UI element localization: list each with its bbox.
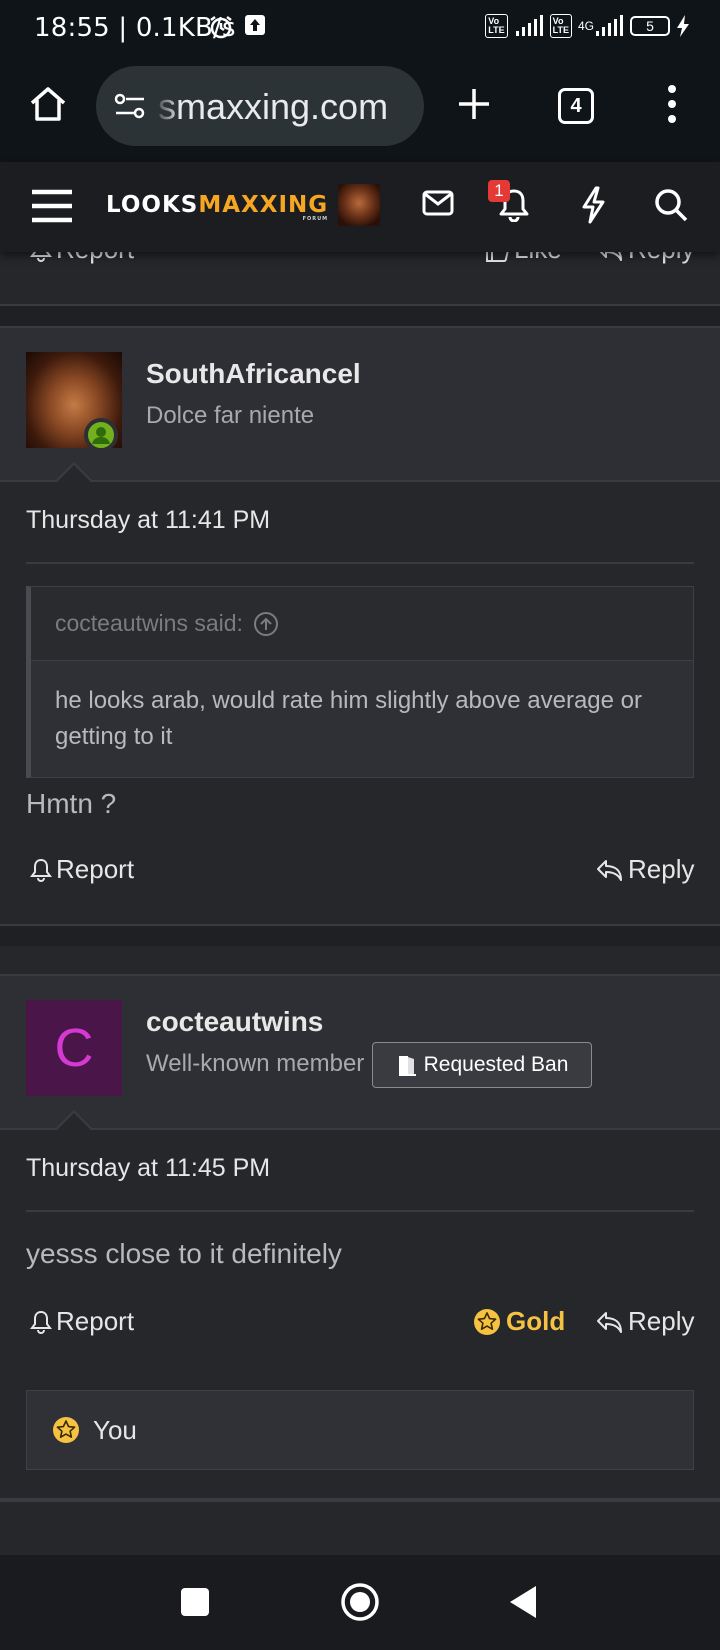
thread-content: Report Like Reply SouthAfricancel Dolce … [0,240,720,1555]
home-button-icon[interactable] [340,1582,380,1622]
url-fade [154,66,180,146]
reply-button[interactable]: Reply [596,1306,694,1337]
report-label: Report [56,1306,135,1336]
user-title: Well-known member [146,1050,365,1077]
arrow-up-circle-icon[interactable] [253,611,279,637]
hamburger-menu-icon[interactable] [32,188,72,224]
site-settings-icon[interactable] [114,92,146,120]
volte-icon-2: Vo LTE [549,14,572,38]
back-icon[interactable] [508,1585,538,1619]
site-header: LOOKSMAXXING FORUM 1 [0,162,720,252]
reply-label: Reply [628,854,695,884]
charging-icon [677,15,689,37]
status-time: 18:55 | 0.1KB/s [34,13,236,43]
android-nav-bar [0,1555,720,1650]
post-arrow-inner [56,1113,92,1131]
post-separator [0,306,720,326]
more-menu-icon[interactable] [662,84,682,124]
browser-toolbar: smaxxing.com 4 [0,54,720,162]
signal-icon [515,15,543,36]
url-bar[interactable]: smaxxing.com [96,66,424,146]
post-user-block: SouthAfricancel Dolce far niente [0,328,720,482]
network-type: 4G [577,19,594,33]
reply-label: Reply [628,1306,695,1336]
user-avatar[interactable] [338,184,380,226]
post-cocteautwins: C cocteautwins Well-known member Request… [0,974,720,1500]
reply-button[interactable]: Reply [596,854,694,885]
tab-switcher-button[interactable]: 4 [558,88,594,124]
search-icon[interactable] [654,188,688,222]
home-icon[interactable] [28,84,68,124]
post-divider [26,1210,694,1212]
username[interactable]: SouthAfricancel [146,358,361,390]
notification-badge: 1 [488,180,510,202]
report-label: Report [56,854,135,884]
door-exit-icon [398,1056,416,1076]
report-button[interactable]: Report [30,854,134,885]
new-tab-icon[interactable] [456,86,492,122]
post-body: yesss close to it definitely [26,1238,342,1269]
recent-apps-icon[interactable] [180,1587,210,1617]
report-button[interactable]: Report [30,1306,134,1337]
alarm-icon [210,16,232,39]
battery-icon: 5 [630,16,670,36]
logo-sub: FORUM [302,216,329,222]
gold-label: Gold [506,1306,566,1336]
battery-level: 5 [646,18,654,34]
post-body: Hmtn ? [26,788,117,819]
inbox-icon[interactable] [422,190,454,216]
user-avatar-cocteautwins[interactable]: C [26,1000,122,1096]
username[interactable]: cocteautwins [146,1006,323,1038]
user-title: Dolce far niente [146,402,315,429]
bell-icon [30,858,52,882]
reply-icon [597,859,622,881]
post-user-block: C cocteautwins Well-known member Request… [0,976,720,1130]
volte-icon: Vo LTE [485,14,508,38]
gold-star-icon [53,1417,79,1443]
gold-star-icon [474,1308,500,1335]
reply-icon [597,1311,622,1333]
whats-new-bolt-icon[interactable] [580,186,606,224]
quote-text: he looks arab, would rate him slightly a… [55,687,642,750]
requested-ban-badge: Requested Ban [372,1042,592,1088]
badge-label: Requested Ban [423,1053,569,1076]
site-logo[interactable]: LOOKSMAXXING FORUM [106,192,329,222]
logo-text-looks: LOOKS [106,192,199,218]
status-bar: 18:55 | 0.1KB/s Vo LTE Vo LTE 4G 5 [0,0,720,54]
post-arrow-inner [56,465,92,483]
reaction-user: You [93,1414,137,1445]
post-divider [26,562,694,564]
signal-icon-2 [596,15,623,36]
post-southafricancel: SouthAfricancel Dolce far niente Thursda… [0,326,720,926]
upload-icon [245,15,265,35]
bell-icon [30,1310,52,1334]
online-status-icon [84,418,118,452]
quote-block: cocteautwins said: he looks arab, would … [26,586,694,778]
status-right-group: Vo LTE Vo LTE 4G 5 [485,14,690,38]
gold-reaction-button[interactable]: Gold [472,1306,565,1337]
quote-author: cocteautwins said: [55,610,243,636]
post-timestamp[interactable]: Thursday at 11:45 PM [26,1154,270,1183]
logo-text-maxxing: MAXXING [198,192,329,218]
url-text: smaxxing.com [158,86,389,127]
post-separator [0,926,720,946]
post-timestamp[interactable]: Thursday at 11:41 PM [26,506,270,535]
post-separator [0,1500,720,1555]
quote-header[interactable]: cocteautwins said: [31,587,693,661]
reactions-summary[interactable]: You [26,1390,694,1470]
